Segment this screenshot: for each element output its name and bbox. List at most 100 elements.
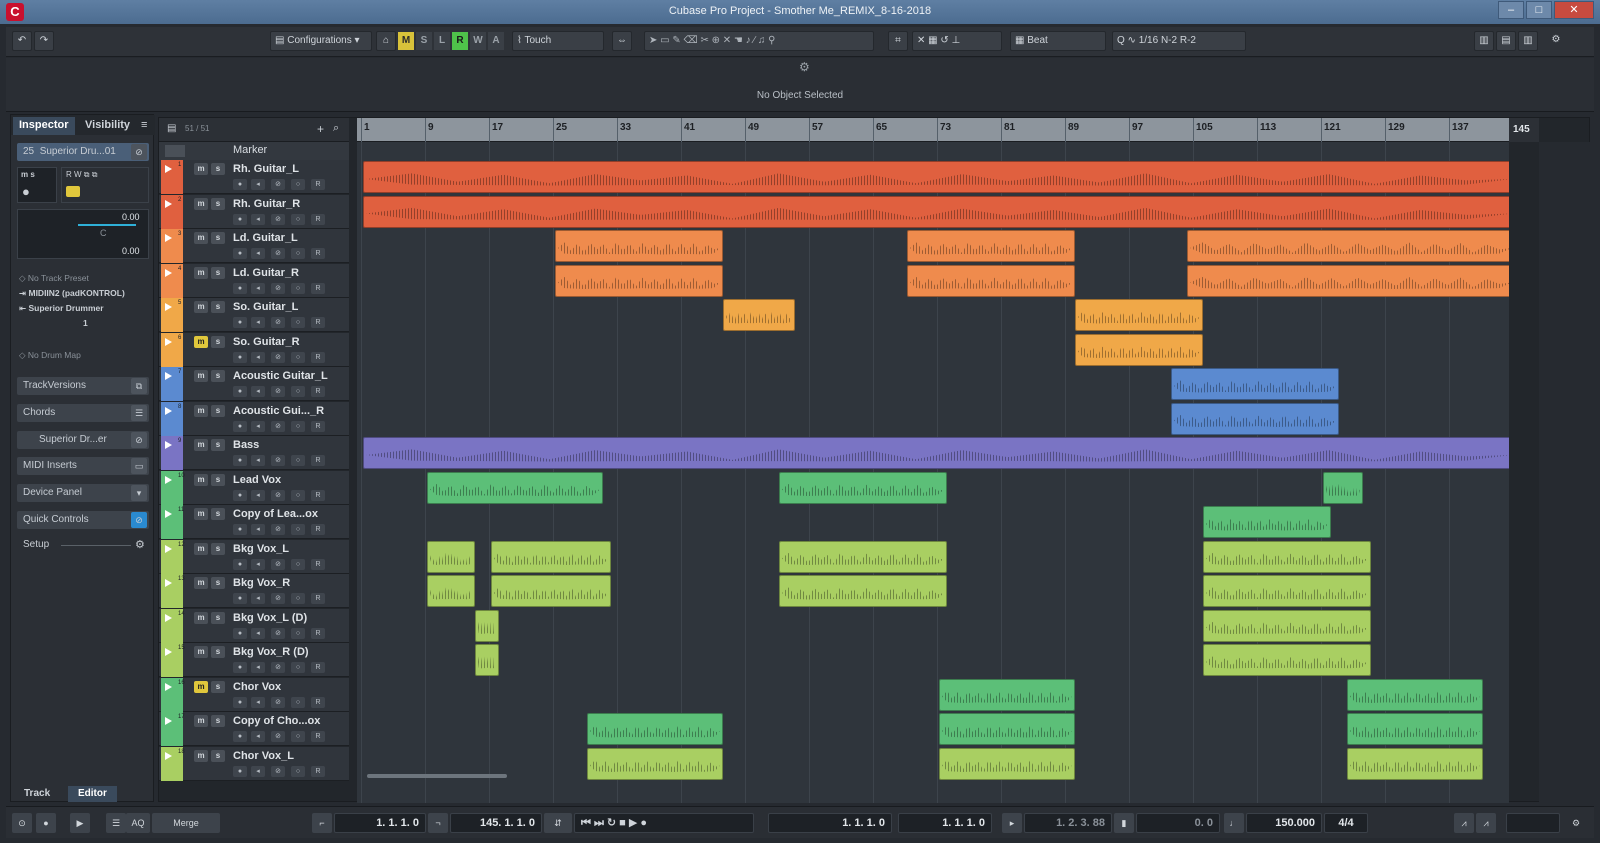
expand-track-icon[interactable] — [165, 613, 172, 622]
timebase-icon[interactable]: ⊘ — [271, 282, 285, 294]
track-header[interactable]: 4 m s Ld. Guitar_R ● ◂ ⊘ ○ R — [159, 263, 349, 298]
track-color-strip[interactable]: 6 — [161, 332, 183, 367]
track-color-strip[interactable]: 3 — [161, 229, 183, 263]
audio-event[interactable] — [1187, 264, 1509, 297]
audio-event[interactable] — [1347, 747, 1483, 780]
solo-button[interactable]: s — [211, 232, 225, 244]
snap-grid-buttons[interactable]: ✕ ▦ ↺ ⊥ — [912, 31, 1002, 51]
track-name[interactable]: Bkg Vox_R (D) — [233, 646, 309, 658]
lock-icon[interactable]: ○ — [291, 765, 305, 777]
mute-button[interactable]: m — [194, 715, 208, 727]
read-automation-icon[interactable]: R — [311, 351, 325, 363]
layout-left-icon[interactable]: ▥ — [1474, 31, 1494, 51]
autoscroll-icon[interactable]: ⇔ — [612, 31, 632, 51]
track-color-strip[interactable]: 17 — [161, 712, 185, 746]
tab-visibility[interactable]: Visibility — [79, 117, 136, 135]
audio-event[interactable] — [1203, 644, 1371, 676]
monitor-icon[interactable]: ◂ — [251, 489, 265, 501]
mute-button[interactable]: m — [194, 266, 208, 279]
timebase-icon[interactable]: ⊘ — [271, 524, 285, 535]
track-name[interactable]: Copy of Cho...ox — [233, 715, 320, 727]
monitor-icon[interactable]: ◂ — [251, 213, 265, 225]
solo-button[interactable]: s — [211, 370, 225, 382]
audio-event[interactable] — [907, 230, 1075, 262]
section-chords[interactable]: Chords ☰ — [17, 404, 149, 422]
timebase-icon[interactable]: ⊘ — [271, 455, 285, 466]
track-name[interactable]: Copy of Lea...ox — [233, 508, 318, 520]
mute-button[interactable]: m — [194, 542, 208, 555]
expand-track-icon[interactable] — [165, 475, 172, 484]
solo-button[interactable]: s — [211, 508, 225, 520]
timebase-icon[interactable]: ⊘ — [271, 627, 285, 639]
automation-mode-s[interactable]: S — [416, 32, 432, 50]
lock-icon[interactable]: ○ — [291, 179, 305, 190]
solo-button[interactable]: s — [211, 197, 225, 210]
solo-button[interactable]: s — [211, 611, 225, 624]
grid-type-dropdown[interactable]: ▦ Beat — [1010, 31, 1106, 51]
lock-icon[interactable]: ○ — [291, 351, 305, 363]
read-automation-icon[interactable]: R — [311, 731, 325, 742]
monitor-icon[interactable]: ◂ — [251, 696, 265, 708]
timebase-icon[interactable]: ⊘ — [271, 317, 285, 328]
track-header[interactable]: 6 m s So. Guitar_R ● ◂ ⊘ ○ R — [159, 332, 349, 367]
solo-button[interactable]: s — [211, 266, 225, 279]
read-write-icons[interactable]: R W ⧉ ⧉ — [66, 170, 97, 180]
audio-event[interactable] — [1171, 402, 1339, 435]
timebase-icon[interactable]: ⊘ — [271, 248, 285, 259]
expand-track-icon[interactable] — [165, 441, 172, 449]
mute-button[interactable]: m — [194, 611, 208, 624]
record-enable-icon[interactable]: ● — [233, 386, 247, 397]
mute-button[interactable]: m — [194, 301, 208, 313]
track-header[interactable]: 2 m s Rh. Guitar_R ● ◂ ⊘ ○ R — [159, 194, 349, 229]
expand-track-icon[interactable] — [165, 337, 172, 346]
solo-button[interactable]: s — [211, 542, 225, 555]
monitor-icon[interactable]: ◂ — [251, 351, 265, 363]
snap-toggle-icon[interactable]: ⌗ — [888, 31, 908, 51]
lock-icon[interactable]: ○ — [291, 248, 305, 259]
automation-mode-m[interactable]: M — [398, 32, 414, 50]
automation-mode-w[interactable]: W — [470, 32, 486, 50]
timebase-icon[interactable]: ⊘ — [271, 386, 285, 397]
track-header[interactable]: 18 m s Chor Vox_L ● ◂ ⊘ ○ R — [159, 746, 349, 781]
toolbar-settings-gear-icon[interactable]: ⚙ — [1546, 31, 1566, 51]
track-name[interactable]: Bass — [233, 439, 259, 451]
monitor-icon[interactable]: ◂ — [251, 765, 265, 777]
lock-icon[interactable]: ○ — [291, 455, 305, 466]
track-header[interactable]: 13 m s Bkg Vox_R ● ◂ ⊘ ○ R — [159, 574, 349, 608]
track-name[interactable]: Bkg Vox_L — [233, 543, 289, 555]
timebase-icon[interactable]: ⊘ — [271, 489, 285, 501]
solo-button[interactable]: s — [211, 335, 225, 348]
lock-icon[interactable]: ○ — [291, 213, 305, 225]
expand-track-icon[interactable] — [165, 682, 172, 691]
track-color-strip[interactable]: 5 — [161, 298, 183, 332]
redo-icon[interactable]: ↷ — [34, 31, 54, 51]
record-enable-icon[interactable]: ● — [233, 351, 247, 363]
audio-event[interactable] — [939, 713, 1075, 745]
track-color-strip[interactable]: 9 — [161, 436, 183, 470]
expand-track-icon[interactable] — [165, 510, 172, 518]
search-icon[interactable]: ⌕ — [333, 122, 339, 135]
timebase-icon[interactable]: ⊘ — [271, 558, 285, 570]
audio-event[interactable] — [1203, 609, 1371, 642]
offset-value[interactable]: 0. 0 — [1136, 813, 1220, 833]
audio-event[interactable] — [491, 540, 611, 573]
track-color-strip[interactable]: 18 — [161, 746, 185, 781]
right-locator-icon[interactable]: ¬ — [428, 813, 448, 833]
track-header[interactable]: 8 m s Acoustic Gui..._R ● ◂ ⊘ ○ R — [159, 401, 349, 436]
timebase-icon[interactable]: ⊘ — [271, 696, 285, 708]
constrain-delay-icon[interactable]: ⌂ — [376, 31, 396, 51]
track-color-strip[interactable]: 15 — [161, 643, 185, 677]
audio-event[interactable] — [1347, 678, 1483, 711]
track-name[interactable]: Bkg Vox_R — [233, 577, 290, 589]
info-line-gear-icon[interactable]: ⚙ — [799, 60, 810, 74]
read-automation-icon[interactable]: R — [311, 558, 325, 570]
track-mode-buttons[interactable]: R W ⧉ ⧉ — [61, 167, 149, 203]
record-enable-icon[interactable]: ● — [233, 696, 247, 708]
audio-event[interactable] — [1347, 713, 1483, 745]
read-automation-icon[interactable]: R — [311, 179, 325, 190]
layout-bottom-icon[interactable]: ▤ — [1496, 31, 1516, 51]
mute-button[interactable]: m — [194, 473, 208, 486]
click-display[interactable] — [1506, 813, 1560, 833]
track-name[interactable]: Bkg Vox_L (D) — [233, 612, 307, 624]
record-enable-icon[interactable]: ● — [233, 524, 247, 535]
